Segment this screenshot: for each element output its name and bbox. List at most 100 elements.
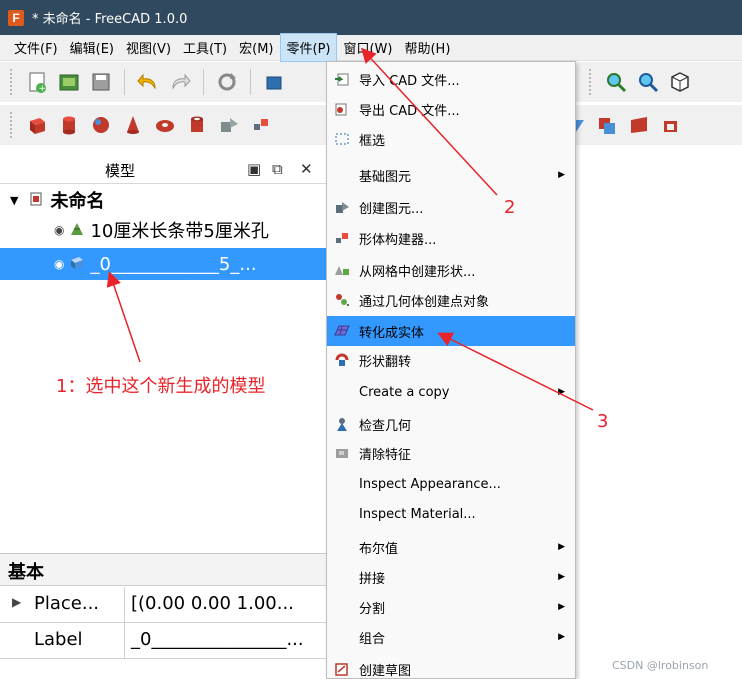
property-value[interactable]: [(0.00 0.00 1.00... — [131, 593, 294, 614]
part-cone-icon[interactable] — [120, 112, 146, 138]
menu-item-label: 创建图元... — [359, 201, 424, 217]
tree-item-label: _0____________5_... — [90, 253, 257, 275]
menu-item-label: Create a copy — [359, 384, 450, 400]
menu-item-boolean[interactable]: 布尔值 ▶ — [327, 532, 575, 562]
property-panel: 基本 ▶ Place... [(0.00 0.00 1.00... Label … — [0, 553, 326, 679]
menu-item-compound[interactable]: 组合 ▶ — [327, 622, 575, 652]
menu-help[interactable]: 帮助(H) — [398, 34, 456, 61]
sketch-icon — [333, 660, 351, 678]
menu-item-label: 导入 CAD 文件... — [359, 73, 460, 89]
part-sphere-icon[interactable] — [88, 112, 114, 138]
property-value[interactable]: _0_______________... — [131, 629, 304, 650]
menu-item-primitives[interactable]: 基础图元 ▶ — [327, 160, 575, 190]
title-bar: F * 未命名 - FreeCAD 1.0.0 — [0, 0, 742, 35]
property-key: Place... — [34, 593, 100, 614]
menu-item-import-cad[interactable]: 导入 CAD 文件... — [327, 64, 575, 94]
model-panel-title: 模型 — [105, 162, 136, 180]
toolbar-grip[interactable] — [10, 69, 14, 95]
menu-item-mesh-to-shape[interactable]: 从网格中创建形状... — [327, 255, 575, 285]
menu-file[interactable]: 文件(F) — [8, 34, 64, 61]
submenu-arrow-icon: ▶ — [558, 387, 565, 397]
visibility-eye-icon[interactable]: ◉ — [54, 223, 64, 237]
panel-float-icon[interactable]: ⧉ — [272, 160, 283, 178]
part-primitives-icon[interactable] — [216, 112, 242, 138]
tree-item-row[interactable]: ◉ 10厘米长条带5厘米孔 — [0, 214, 326, 246]
menu-item-label: 创建草图 — [359, 663, 412, 679]
toolbar-grip[interactable] — [589, 69, 593, 95]
menu-item-points-from-geometry[interactable]: 通过几何体创建点对象 — [327, 285, 575, 315]
undo-icon[interactable] — [135, 69, 161, 95]
menu-item-label: 基础图元 — [359, 169, 412, 185]
part-cylinder-icon[interactable] — [56, 112, 82, 138]
menu-macro[interactable]: 宏(M) — [233, 34, 279, 61]
part-face-icon[interactable] — [626, 112, 652, 138]
menu-item-label: 从网格中创建形状... — [359, 264, 476, 280]
workbench-icon[interactable] — [261, 69, 287, 95]
menu-item-inspect-material[interactable]: Inspect Material... — [327, 499, 575, 529]
convert-solid-icon — [333, 322, 351, 340]
toolbar-separator — [250, 69, 251, 95]
menu-item-create-sketch[interactable]: 创建草图 — [327, 654, 575, 679]
tree-collapse-icon[interactable]: ▼ — [10, 194, 18, 207]
document-icon — [30, 190, 42, 211]
menu-window[interactable]: 窗口(W) — [337, 34, 398, 61]
export-icon — [333, 100, 351, 118]
tree-item-row-selected[interactable]: ◉ _0____________5_... — [0, 248, 326, 280]
visibility-eye-icon[interactable]: ◉ — [54, 257, 64, 271]
view-cube-icon[interactable] — [667, 69, 693, 95]
menu-item-export-cad[interactable]: 导出 CAD 文件... — [327, 94, 575, 124]
property-row[interactable]: ▶ Place... [(0.00 0.00 1.00... — [0, 587, 326, 623]
model-panel-header: 模型 ▣ ⧉ ✕ — [0, 156, 326, 184]
menu-item-create-primitives[interactable]: 创建图元... — [327, 192, 575, 222]
menu-item-label: 形状翻转 — [359, 354, 412, 370]
menu-view[interactable]: 视图(V) — [120, 34, 177, 61]
refine-shape-icon — [333, 444, 351, 462]
menu-edit[interactable]: 编辑(E) — [64, 34, 120, 61]
menu-item-split[interactable]: 分割 ▶ — [327, 592, 575, 622]
tree-document-row[interactable]: ▼ 未命名 — [0, 184, 326, 216]
part-torus-icon[interactable] — [152, 112, 178, 138]
window-title: * 未命名 - FreeCAD 1.0.0 — [32, 12, 188, 27]
save-icon[interactable] — [88, 69, 114, 95]
menu-item-refine-shape[interactable]: 清除特征 — [327, 438, 575, 468]
new-document-icon[interactable]: + — [24, 69, 50, 95]
box-select-icon — [333, 130, 351, 148]
menu-item-reverse-shape[interactable]: 形状翻转 — [327, 345, 575, 375]
menu-part[interactable]: 零件(P) — [279, 33, 338, 62]
menu-item-label: Inspect Appearance... — [359, 476, 501, 492]
toolbar-separator — [203, 69, 204, 95]
property-row[interactable]: Label _0_______________... — [0, 623, 326, 659]
watermark-text: CSDN @lrobinson — [612, 659, 709, 672]
freecad-logo-icon: F — [8, 9, 24, 26]
part-offset-icon[interactable] — [658, 112, 684, 138]
open-document-icon[interactable] — [56, 69, 82, 95]
panel-dock-icon[interactable]: ▣ — [247, 160, 261, 178]
menu-item-join[interactable]: 拼接 ▶ — [327, 562, 575, 592]
part-box-icon[interactable] — [24, 112, 50, 138]
toolbar-separator — [124, 69, 125, 95]
toolbar-grip[interactable] — [10, 112, 14, 138]
refresh-icon[interactable] — [214, 69, 240, 95]
menu-item-inspect-appearance[interactable]: Inspect Appearance... — [327, 469, 575, 499]
part-shapebuilder-icon[interactable] — [248, 112, 274, 138]
part-loft-icon[interactable] — [594, 112, 620, 138]
mesh-to-shape-icon — [333, 261, 351, 279]
svg-text:+: + — [39, 84, 47, 93]
menu-item-label: 检查几何 — [359, 418, 412, 434]
part-menu-dropdown: 导入 CAD 文件... 导出 CAD 文件... 框选 基础图元 ▶ 创建图元… — [326, 61, 576, 679]
menu-item-box-select[interactable]: 框选 — [327, 124, 575, 154]
mesh-object-icon — [70, 220, 84, 241]
zoom-selection-icon[interactable] — [635, 69, 661, 95]
menu-tools[interactable]: 工具(T) — [177, 34, 233, 61]
menu-item-convert-to-solid[interactable]: 转化成实体 — [327, 316, 575, 346]
panel-close-icon[interactable]: ✕ — [300, 160, 313, 178]
zoom-fit-icon[interactable] — [603, 69, 629, 95]
expand-arrow-icon[interactable]: ▶ — [12, 595, 21, 609]
menu-item-check-geometry[interactable]: 检查几何 — [327, 409, 575, 439]
model-tree: ▼ 未命名 ◉ 10厘米长条带5厘米孔 ◉ _0____________5_..… — [0, 184, 326, 544]
redo-icon[interactable] — [167, 69, 193, 95]
menu-item-shape-builder[interactable]: 形体构建器... — [327, 223, 575, 253]
menu-item-label: 清除特征 — [359, 447, 412, 463]
part-tube-icon[interactable] — [184, 112, 210, 138]
menu-item-create-copy[interactable]: Create a copy ▶ — [327, 377, 575, 407]
